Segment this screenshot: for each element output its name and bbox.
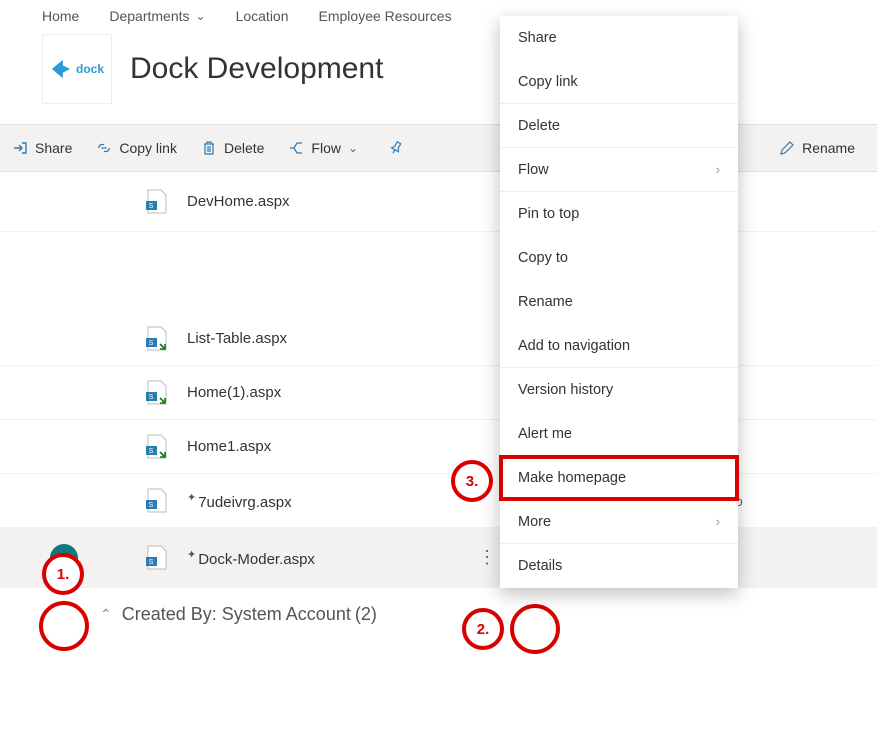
annotation-ring-2: [510, 604, 560, 654]
chevron-down-icon: ⌄: [348, 141, 358, 155]
pencil-icon: [779, 140, 795, 156]
list-item[interactable]: S DevHome.aspx May 16: [0, 172, 877, 232]
svg-text:S: S: [149, 340, 154, 347]
file-list: S DevHome.aspx May 16 S List-Table.aspx …: [0, 172, 877, 588]
flow-icon: [288, 140, 304, 156]
svg-text:S: S: [149, 394, 154, 401]
annotation-2: 2.: [462, 608, 504, 650]
aspx-file-icon: S: [145, 546, 169, 570]
command-bar: Share Copy link Delete Flow ⌄ Rename: [0, 124, 877, 172]
chevron-right-icon: ›: [716, 162, 720, 177]
copy-link-button[interactable]: Copy link: [96, 140, 177, 156]
rename-button[interactable]: Rename: [779, 140, 855, 156]
menu-more[interactable]: More›: [500, 500, 738, 544]
logo-text: dock: [76, 62, 104, 76]
svg-text:S: S: [149, 559, 154, 566]
file-name: Home(1).aspx: [187, 384, 477, 401]
aspx-file-icon: S: [145, 489, 169, 513]
annotation-ring-1: [39, 601, 89, 651]
file-name: DevHome.aspx: [187, 193, 477, 210]
aspx-file-icon: S: [145, 381, 169, 405]
file-name: Home1.aspx: [187, 438, 477, 455]
nav-departments[interactable]: Departments⌄: [109, 8, 205, 24]
new-indicator-icon: ✦: [187, 549, 196, 561]
trash-icon: [201, 140, 217, 156]
menu-version-history[interactable]: Version history: [500, 368, 738, 412]
dock-logo-icon: [50, 58, 72, 80]
share-icon: [12, 140, 28, 156]
delete-button[interactable]: Delete: [201, 140, 264, 156]
menu-copy-to[interactable]: Copy to: [500, 236, 738, 280]
nav-home[interactable]: Home: [42, 8, 79, 24]
list-item[interactable]: S Home(1).aspx May 31: [0, 366, 877, 420]
new-indicator-icon: ✦: [187, 492, 196, 504]
more-actions-button[interactable]: ⋮: [477, 547, 497, 568]
chevron-down-icon: ⌄: [196, 9, 206, 23]
flow-button[interactable]: Flow ⌄: [288, 140, 358, 156]
site-logo[interactable]: dock: [42, 34, 112, 104]
group-count: (2): [355, 604, 377, 625]
file-name: ✦Dock-Moder.aspx: [187, 548, 477, 568]
aspx-file-icon: S: [145, 190, 169, 214]
menu-add-to-navigation[interactable]: Add to navigation: [500, 324, 738, 368]
list-item[interactable]: S ✦Dock-Moder.aspx ⋮ Joe Joseph 3 minute…: [0, 528, 877, 588]
svg-text:S: S: [149, 448, 154, 455]
list-item[interactable]: S List-Table.aspx May 30: [0, 312, 877, 366]
pin-icon: [388, 140, 404, 156]
menu-share[interactable]: Share: [500, 16, 738, 60]
menu-copy-link[interactable]: Copy link: [500, 60, 738, 104]
pin-button[interactable]: [388, 140, 404, 156]
aspx-file-icon: S: [145, 327, 169, 351]
chevron-up-icon: ⌃: [100, 606, 112, 623]
context-menu: Share Copy link Delete Flow› Pin to top …: [500, 16, 738, 588]
menu-rename[interactable]: Rename: [500, 280, 738, 324]
menu-alert-me[interactable]: Alert me: [500, 412, 738, 456]
menu-make-homepage[interactable]: Make homepage: [500, 456, 738, 500]
menu-delete[interactable]: Delete: [500, 104, 738, 148]
group-label: Created By: System Account: [122, 604, 351, 625]
list-item[interactable]: S ✦7udeivrg.aspx 22 minutes ago: [0, 474, 877, 528]
link-icon: [96, 140, 112, 156]
menu-flow[interactable]: Flow›: [500, 148, 738, 192]
file-name: List-Table.aspx: [187, 330, 477, 347]
list-item[interactable]: S Home1.aspx June 15: [0, 420, 877, 474]
svg-text:S: S: [149, 203, 154, 210]
menu-pin-to-top[interactable]: Pin to top: [500, 192, 738, 236]
site-title: Dock Development: [130, 52, 383, 86]
group-header[interactable]: ⌃ Created By: System Account (2): [0, 588, 877, 635]
annotation-1: 1.: [42, 553, 84, 595]
share-button[interactable]: Share: [12, 140, 72, 156]
nav-employee-resources[interactable]: Employee Resources: [319, 8, 452, 24]
chevron-right-icon: ›: [716, 514, 720, 529]
aspx-file-icon: S: [145, 435, 169, 459]
menu-details[interactable]: Details: [500, 544, 738, 588]
svg-text:S: S: [149, 502, 154, 509]
nav-location[interactable]: Location: [236, 8, 289, 24]
annotation-3: 3.: [451, 460, 493, 502]
file-name: ✦7udeivrg.aspx: [187, 491, 477, 511]
